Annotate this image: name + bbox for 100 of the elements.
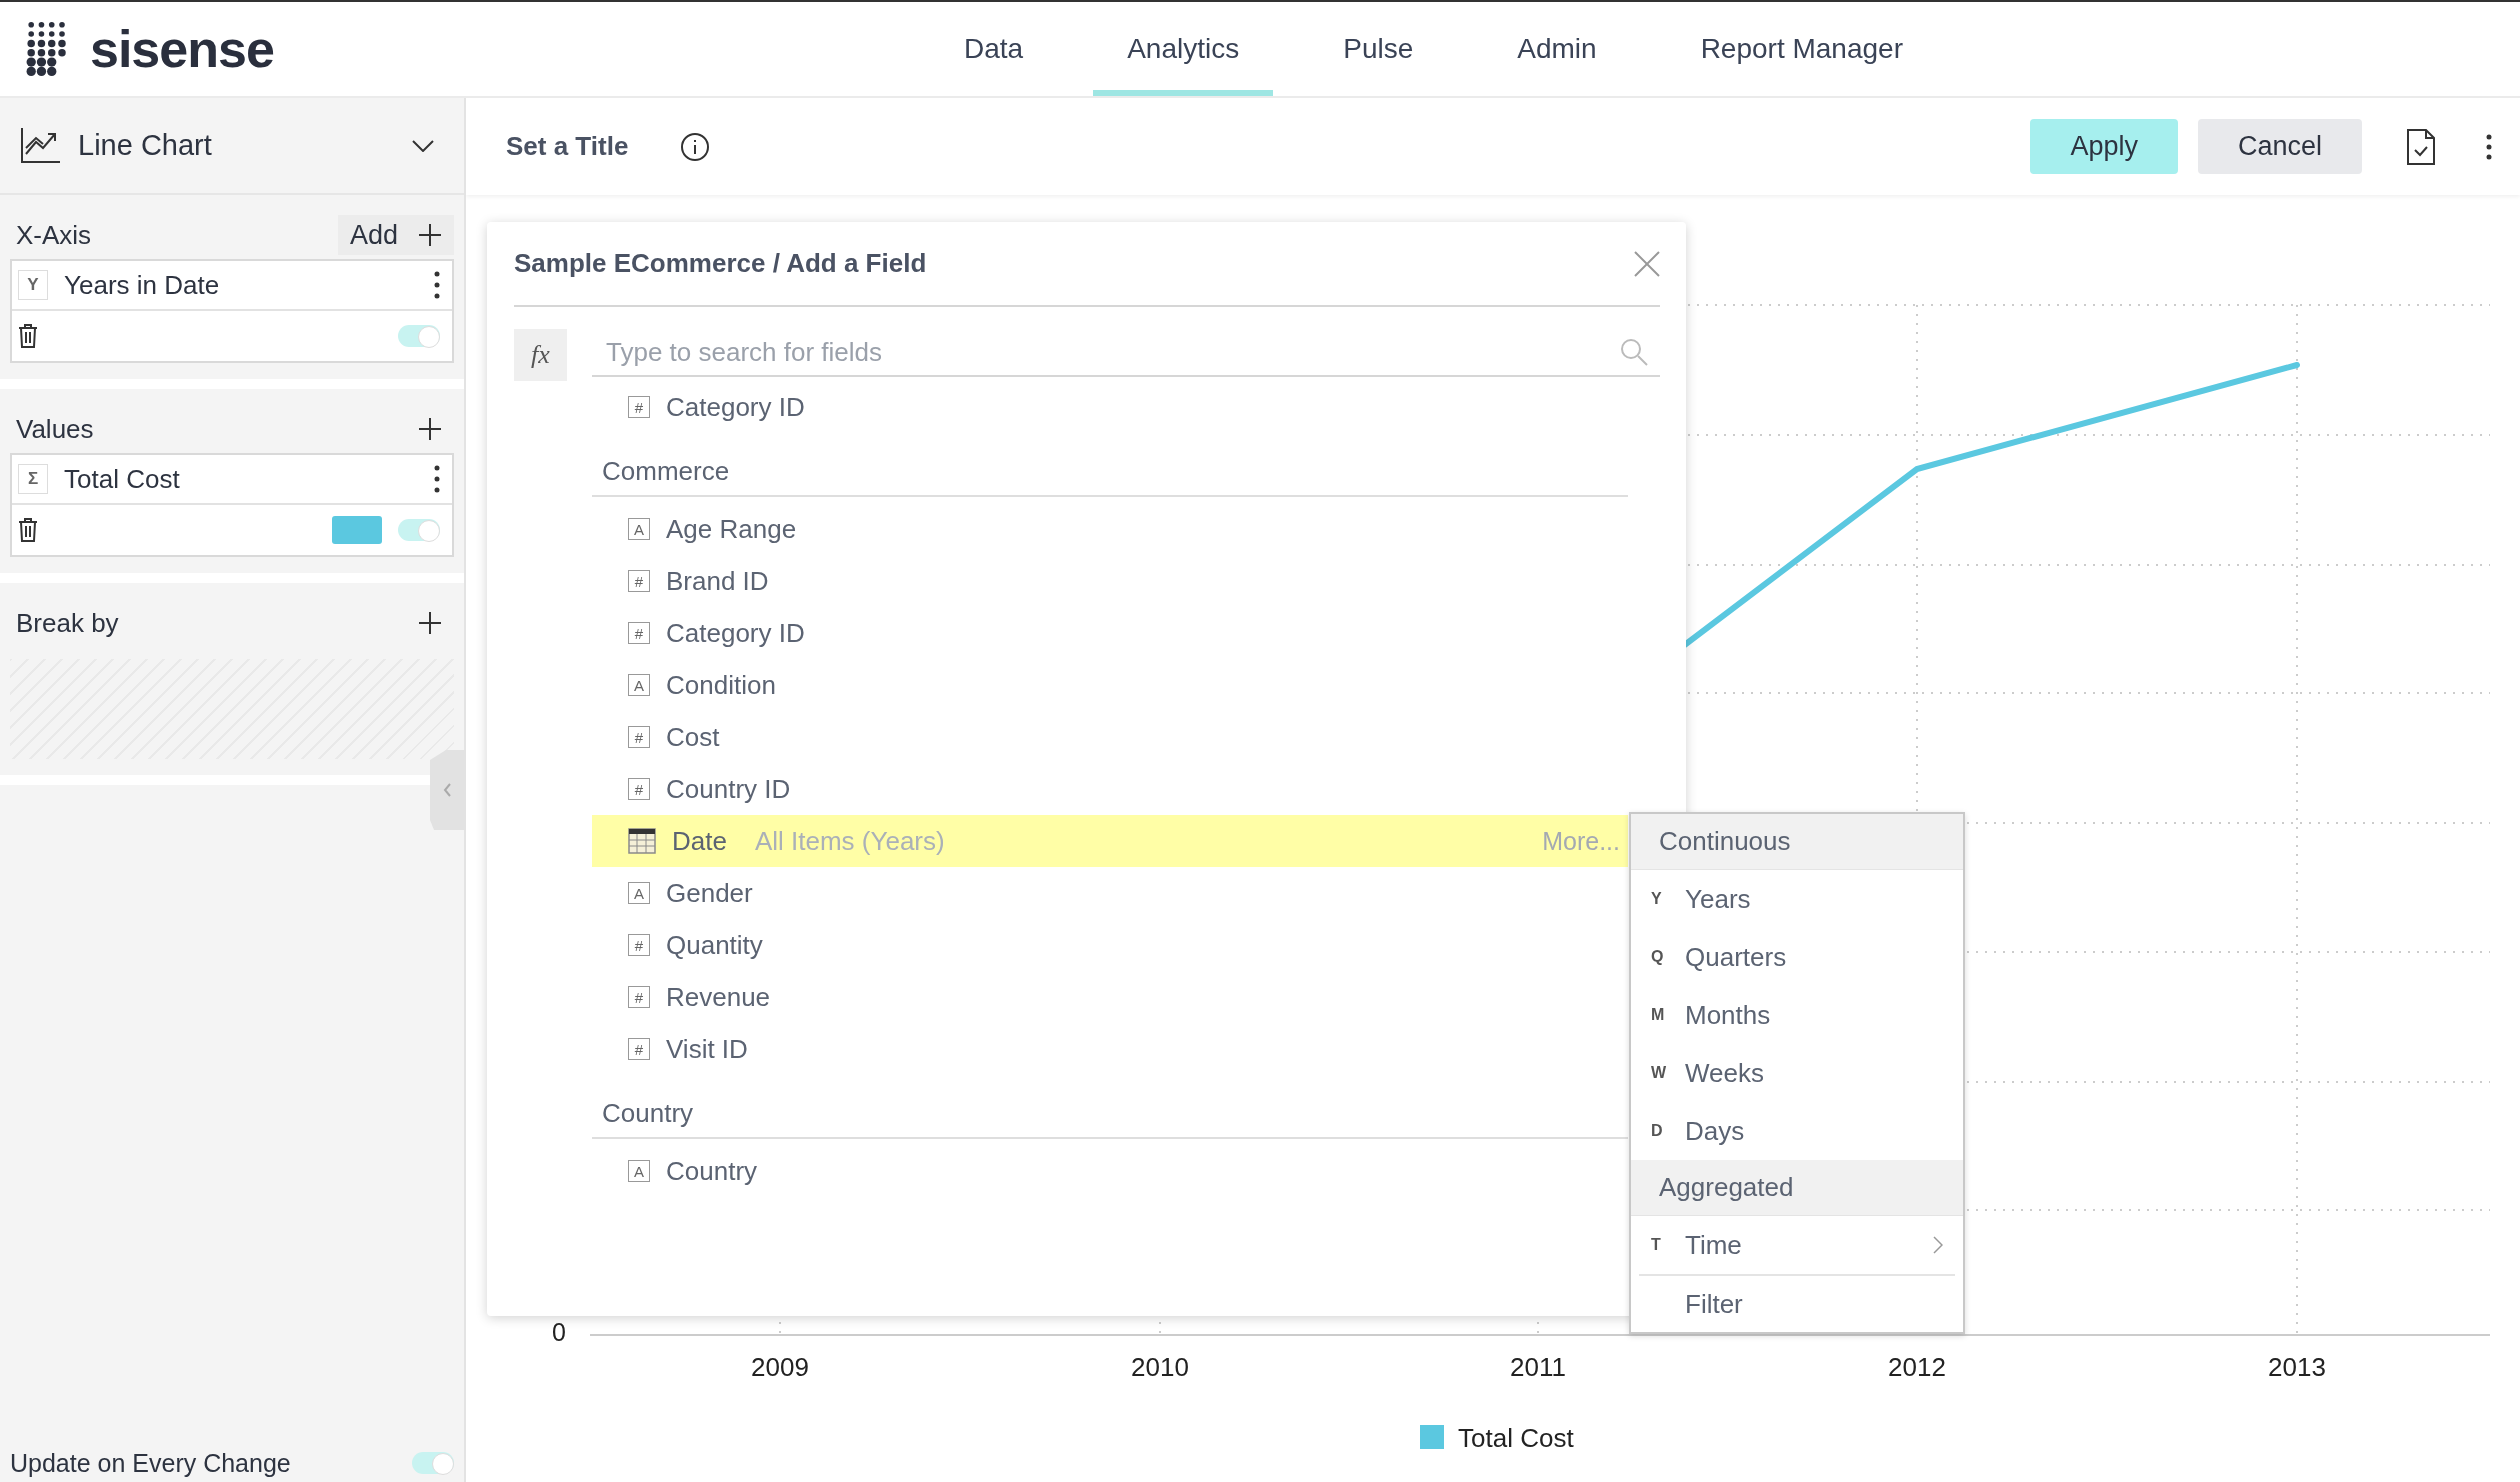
menu-header: Continuous: [1631, 814, 1963, 870]
type-icon: A: [628, 674, 650, 696]
cancel-button[interactable]: Cancel: [2197, 119, 2362, 174]
type-icon: #: [628, 778, 650, 800]
menu-header: Aggregated: [1631, 1160, 1963, 1216]
apply-button[interactable]: Apply: [2030, 119, 2178, 174]
plus-icon: [418, 223, 442, 247]
field-label: Country: [666, 1155, 758, 1187]
axis-label: 2011: [1510, 1352, 1566, 1382]
field-item[interactable]: # Category ID: [592, 607, 1628, 659]
calendar-icon: [628, 828, 656, 854]
type-icon: #: [628, 934, 650, 956]
field-item[interactable]: # Revenue: [592, 971, 1628, 1023]
formula-button[interactable]: fx: [514, 329, 567, 381]
info-icon[interactable]: [680, 131, 711, 162]
plus-icon: [418, 611, 442, 635]
type-icon: #: [628, 986, 650, 1008]
kebab-icon[interactable]: [434, 465, 440, 493]
axis-label: 2010: [1131, 1352, 1189, 1382]
nav-tab[interactable]: Analytics: [1093, 2, 1274, 96]
logo-text: sisense: [90, 19, 274, 79]
line-chart-icon: [20, 127, 60, 164]
nav-tab[interactable]: Pulse: [1309, 2, 1448, 96]
nav-tab[interactable]: Report Manager: [1666, 2, 1937, 96]
field-label: Years in Date: [64, 269, 221, 301]
collapse-handle[interactable]: [430, 750, 466, 830]
color-swatch[interactable]: [332, 516, 382, 544]
trash-icon[interactable]: [18, 323, 38, 349]
field-item[interactable]: # Visit ID: [592, 1023, 1628, 1075]
document-icon[interactable]: [2406, 128, 2436, 165]
type-badge: Y: [18, 270, 48, 300]
field-item[interactable]: A Country: [592, 1145, 1628, 1197]
field-item[interactable]: Date All Items (Years) More...: [592, 815, 1628, 867]
field-label: Country ID: [666, 773, 791, 805]
type-icon: #: [628, 1038, 650, 1060]
section-header: Country: [592, 1079, 1628, 1139]
axis-label: 2013: [2268, 1352, 2326, 1382]
close-icon[interactable]: [1634, 250, 1660, 277]
section-title: Break by: [15, 607, 120, 639]
menu-item[interactable]: Y Years: [1631, 870, 1963, 928]
toggle-switch[interactable]: [398, 519, 440, 541]
field-detail: All Items (Years): [754, 825, 946, 857]
add-button[interactable]: [418, 611, 442, 635]
trash-icon[interactable]: [18, 517, 38, 543]
axis-label: 2012: [1888, 1352, 1946, 1382]
kebab-icon[interactable]: [434, 271, 440, 299]
field-label: Visit ID: [666, 1033, 748, 1065]
field-label: Brand ID: [666, 565, 769, 597]
field-item[interactable]: A Gender: [592, 867, 1628, 919]
field-item[interactable]: A Condition: [592, 659, 1628, 711]
field-item[interactable]: # Quantity: [592, 919, 1628, 971]
field-label: Category ID: [666, 391, 805, 423]
field-item[interactable]: # Brand ID: [592, 555, 1628, 607]
menu-item[interactable]: Q Quarters: [1631, 928, 1963, 986]
toggle-switch[interactable]: [412, 1452, 454, 1474]
field-label: Total Cost: [64, 463, 181, 495]
field-item[interactable]: # Cost: [592, 711, 1628, 763]
toggle-switch[interactable]: [398, 325, 440, 347]
dialog-title: Sample ECommerce / Add a Field: [514, 248, 928, 279]
section-header: Commerce: [592, 437, 1628, 497]
field-item[interactable]: # Country ID: [592, 763, 1628, 815]
field-label: Category ID: [666, 617, 805, 649]
section-title: X-Axis: [15, 219, 93, 251]
nav-tab[interactable]: Data: [930, 2, 1058, 96]
type-icon: #: [628, 570, 650, 592]
chart-type-label: Line Chart: [78, 129, 213, 162]
axis-label: 0: [552, 1318, 566, 1346]
legend-label: Total Cost: [1458, 1423, 1574, 1453]
menu-item[interactable]: D Days: [1631, 1102, 1963, 1160]
nav-tab[interactable]: Admin: [1483, 2, 1631, 96]
type-icon: #: [628, 726, 650, 748]
widget-title[interactable]: Set a Title: [506, 131, 629, 162]
plus-icon: [418, 417, 442, 441]
add-button[interactable]: [418, 417, 442, 441]
menu-item[interactable]: M Months: [1631, 986, 1963, 1044]
field-label: Age Range: [666, 513, 797, 545]
axis-label: 2009: [751, 1352, 809, 1382]
field-label: Revenue: [666, 981, 771, 1013]
type-icon: A: [628, 1160, 650, 1182]
field-item[interactable]: A Age Range: [592, 503, 1628, 555]
type-badge: Σ: [18, 464, 48, 494]
field-label: Date: [672, 825, 727, 857]
search-icon: [1620, 338, 1648, 366]
kebab-icon[interactable]: [2486, 133, 2492, 160]
menu-item[interactable]: T Time: [1631, 1216, 1963, 1274]
type-icon: #: [628, 622, 650, 644]
update-label: Update on Every Change: [10, 1448, 292, 1478]
type-icon: A: [628, 518, 650, 540]
field-label: Quantity: [666, 929, 763, 961]
chevron-down-icon[interactable]: [412, 139, 434, 152]
field-label: Cost: [666, 721, 720, 753]
field-item[interactable]: # Category ID: [592, 381, 1628, 433]
menu-item[interactable]: W Weeks: [1631, 1044, 1963, 1102]
type-icon: #: [628, 396, 650, 418]
chevron-right-icon: [1933, 1236, 1943, 1254]
field-label: Gender: [666, 877, 753, 909]
section-title: Values: [15, 413, 95, 445]
field-label: Condition: [666, 669, 776, 701]
type-icon: A: [628, 882, 650, 904]
add-button[interactable]: Add: [337, 215, 454, 255]
